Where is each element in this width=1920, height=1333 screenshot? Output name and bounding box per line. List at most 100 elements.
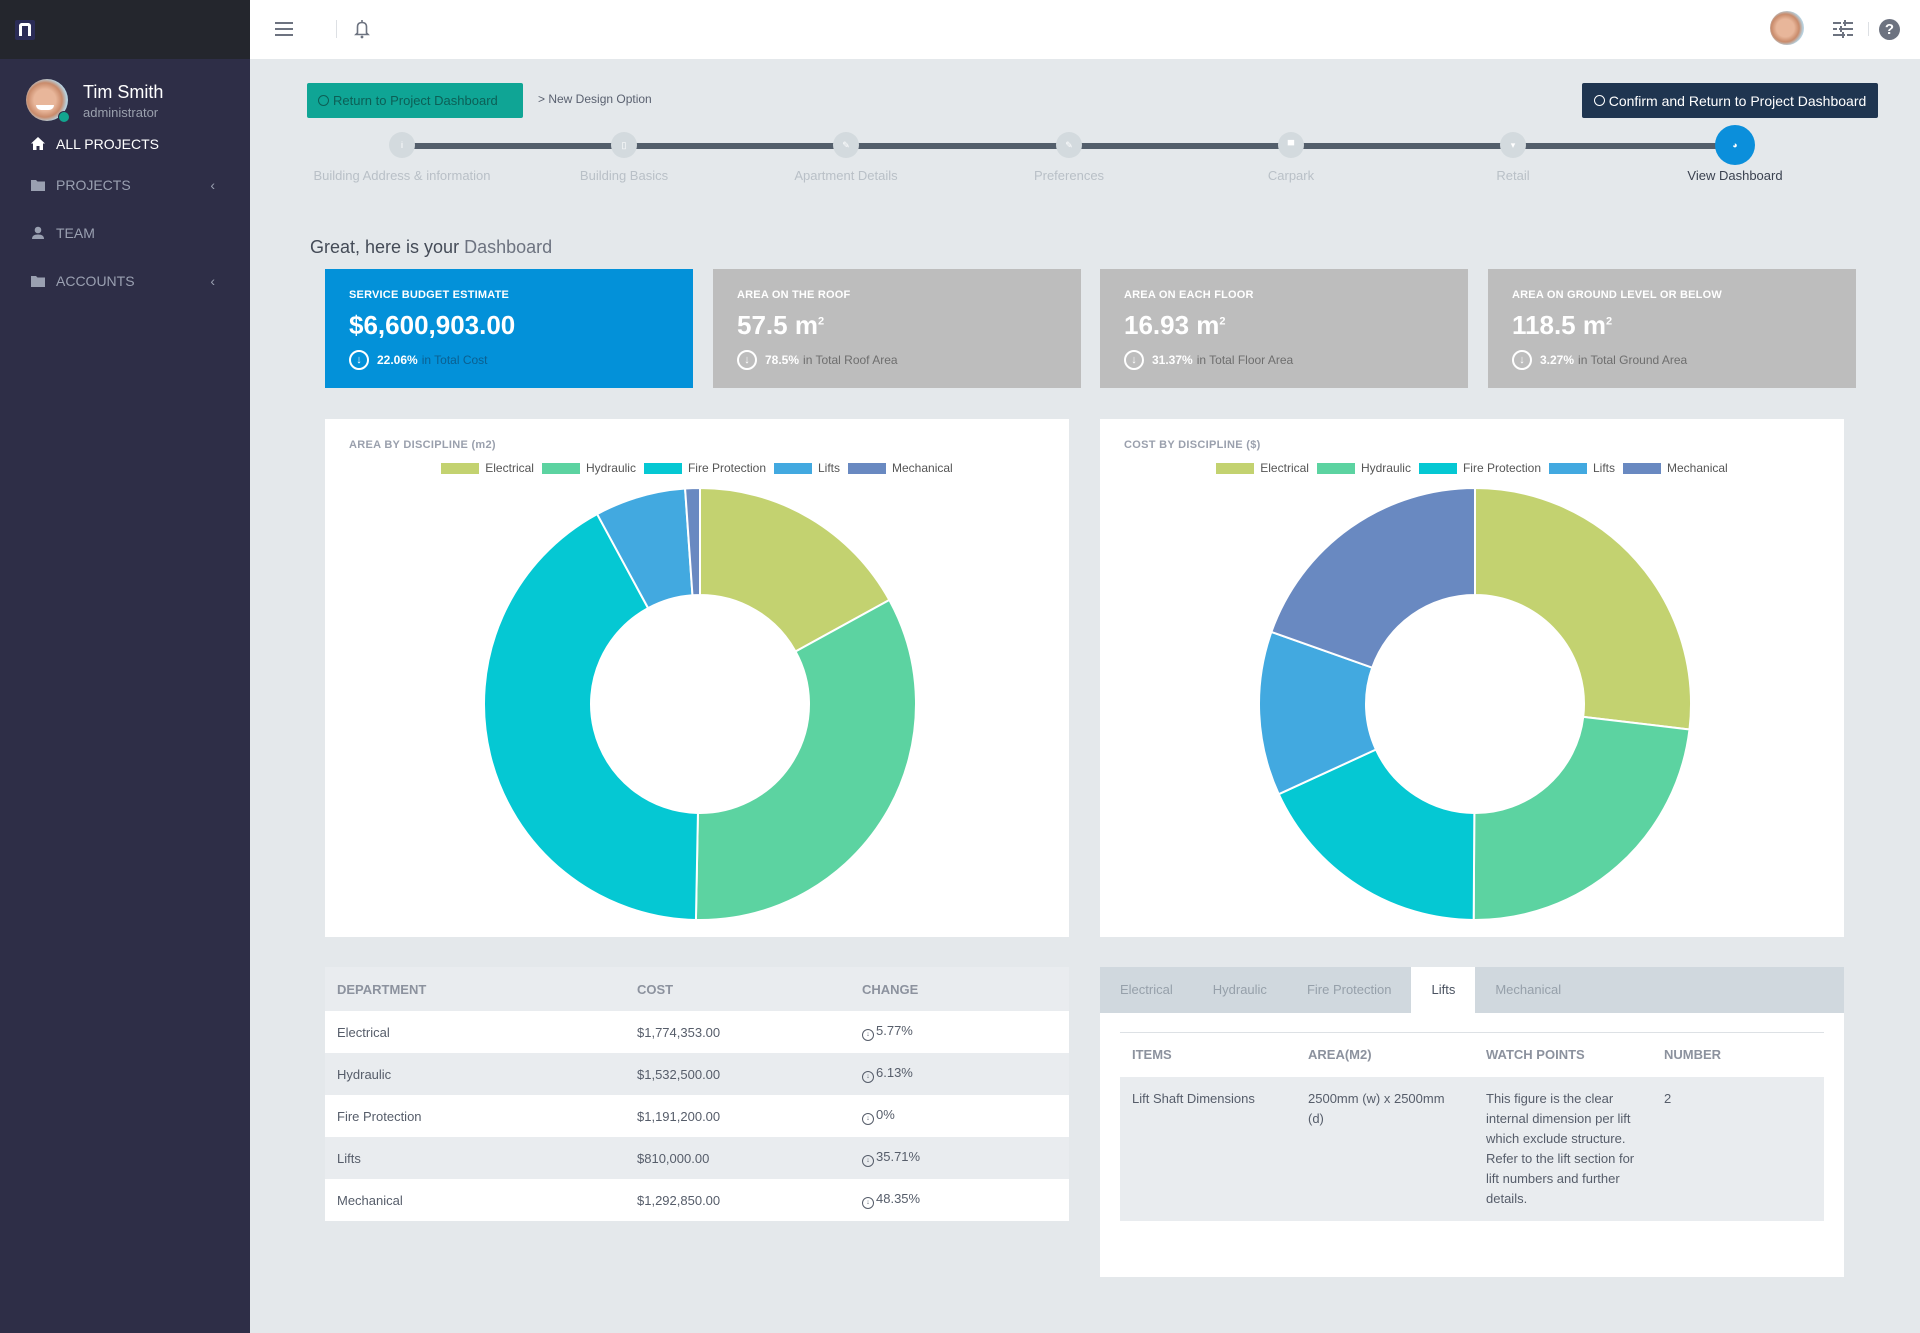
arrow-down-circle-icon: ↓ bbox=[1512, 350, 1532, 370]
wizard-step[interactable]: i Building Address & information bbox=[312, 125, 492, 183]
divider bbox=[336, 20, 337, 38]
pencil-icon[interactable]: ✎ bbox=[1056, 132, 1082, 158]
step-label: View Dashboard bbox=[1687, 168, 1783, 183]
donut-slice-hydraulic[interactable] bbox=[1472, 715, 1691, 921]
dashboard-icon[interactable]: ◕ bbox=[1715, 125, 1755, 165]
home-icon bbox=[31, 137, 45, 150]
stat-change-pct: 3.27% bbox=[1540, 353, 1575, 367]
menu-icon[interactable] bbox=[275, 22, 293, 36]
sidebar-item-label: PROJECTS bbox=[56, 177, 131, 193]
stat-change: ↓ 3.27% in Total Ground Area bbox=[1512, 350, 1832, 370]
stat-card: SERVICE BUDGET ESTIMATE $6,600,903.00 ↓ … bbox=[325, 269, 693, 388]
wizard-step[interactable]: ✎ Apartment Details bbox=[756, 125, 936, 183]
tab-fire-protection[interactable]: Fire Protection bbox=[1287, 967, 1412, 1013]
chevron-left-icon: ‹ bbox=[210, 177, 215, 193]
stat-title: SERVICE BUDGET ESTIMATE bbox=[349, 289, 510, 301]
sidebar-item-projects[interactable]: PROJECTS ‹ bbox=[0, 161, 250, 209]
stat-change-label: in Total Floor Area bbox=[1196, 353, 1294, 367]
folder-icon bbox=[31, 276, 45, 287]
change-cell: ↓ 35.71% bbox=[850, 1137, 1069, 1179]
stat-unit: 2 bbox=[1605, 315, 1613, 328]
arrow-down-circle-icon: ↓ bbox=[862, 1113, 874, 1125]
wizard-step[interactable]: ◕ View Dashboard bbox=[1645, 125, 1825, 183]
wizard-step[interactable]: ▀ Carpark bbox=[1201, 125, 1381, 183]
stat-change: ↓ 78.5% in Total Roof Area bbox=[737, 350, 1057, 370]
folder-icon bbox=[31, 180, 45, 191]
cost-cell: $810,000.00 bbox=[625, 1137, 850, 1179]
help-icon[interactable]: ? bbox=[1879, 19, 1900, 40]
change-value: 0% bbox=[876, 1107, 895, 1122]
top-bar: ? bbox=[250, 0, 1920, 59]
stat-value-text: $6,600,903.00 bbox=[349, 310, 516, 340]
wizard-step[interactable]: ▾ Retail bbox=[1423, 125, 1603, 183]
wizard-steps: i Building Address & information ▯ Buildi… bbox=[300, 125, 1800, 195]
breadcrumb: > New Design Option bbox=[538, 92, 652, 106]
tab-hydraulic[interactable]: Hydraulic bbox=[1193, 967, 1287, 1013]
arrow-down-circle-icon: ↓ bbox=[349, 350, 369, 370]
arrow-down-circle-icon: ↓ bbox=[862, 1071, 874, 1083]
discipline-items-table: ITEMS AREA(M2) WATCH POINTS NUMBER Lift … bbox=[1120, 1032, 1824, 1221]
table-row: Fire Protection $1,191,200.00 ↓ 0% bbox=[325, 1095, 1069, 1137]
step-label: Building Address & information bbox=[313, 168, 491, 183]
tab-mechanical[interactable]: Mechanical bbox=[1475, 967, 1581, 1013]
table-row: Lift Shaft Dimensions 2500mm (w) x 2500mm… bbox=[1120, 1076, 1824, 1221]
wrench-icon[interactable]: ✎ bbox=[833, 132, 859, 158]
change-cell: ↓ 0% bbox=[850, 1095, 1069, 1137]
return-button-label: Return to Project Dashboard bbox=[333, 93, 498, 108]
stat-change-label: in Total Cost bbox=[421, 353, 488, 367]
bell-icon[interactable] bbox=[354, 18, 370, 40]
sidebar-item-all-projects[interactable]: ALL PROJECTS bbox=[0, 127, 250, 161]
user-avatar[interactable] bbox=[1770, 11, 1804, 45]
stat-change-pct: 31.37% bbox=[1152, 353, 1193, 367]
column-header: NUMBER bbox=[1664, 1047, 1722, 1063]
building-icon[interactable]: ▯ bbox=[611, 132, 637, 158]
sidebar-item-label: ALL PROJECTS bbox=[56, 136, 159, 152]
department-cost-table: DEPARTMENT COST CHANGE Electrical $1,774… bbox=[325, 967, 1069, 1221]
arrow-down-circle-icon: ↓ bbox=[862, 1155, 874, 1167]
stat-change-label: in Total Ground Area bbox=[1578, 353, 1688, 367]
cost-cell: $1,191,200.00 bbox=[625, 1095, 850, 1137]
donut-slice-hydraulic[interactable] bbox=[694, 598, 917, 921]
sidebar-item-team[interactable]: TEAM bbox=[0, 209, 250, 257]
sidebar-nav: ALL PROJECTS PROJECTS ‹ TEAM ACCOUNTS ‹ bbox=[0, 127, 250, 305]
page-title: Great, here is your Dashboard bbox=[310, 237, 552, 258]
stat-card: AREA ON GROUND LEVEL OR BELOW 118.5 m2 ↓… bbox=[1488, 269, 1856, 388]
stat-card: AREA ON THE ROOF 57.5 m2 ↓ 78.5% in Tota… bbox=[713, 269, 1081, 388]
sidebar-item-label: TEAM bbox=[56, 225, 95, 241]
donut-slice-mechanical[interactable] bbox=[1270, 486, 1476, 669]
item-cell: 2500mm (w) x 2500mm (d) bbox=[1296, 1076, 1474, 1221]
item-cell: Lift Shaft Dimensions bbox=[1120, 1076, 1296, 1221]
settings-sliders-icon[interactable] bbox=[1833, 20, 1853, 38]
arrow-down-circle-icon: ↓ bbox=[1124, 350, 1144, 370]
area-by-discipline-panel: AREA BY DISCIPLINE (m2) Electrical Hydrau… bbox=[325, 419, 1069, 937]
stat-title: AREA ON EACH FLOOR bbox=[1124, 289, 1254, 301]
sidebar-item-accounts[interactable]: ACCOUNTS ‹ bbox=[0, 257, 250, 305]
item-cell: 2 bbox=[1652, 1076, 1824, 1221]
change-cell: ↓ 6.13% bbox=[850, 1053, 1069, 1095]
greeting-text: Great, here is your bbox=[310, 237, 465, 257]
change-value: 48.35% bbox=[876, 1191, 921, 1206]
cart-icon[interactable]: ▾ bbox=[1500, 132, 1526, 158]
stat-change: ↓ 31.37% in Total Floor Area bbox=[1124, 350, 1444, 370]
tab-lifts[interactable]: Lifts bbox=[1411, 967, 1476, 1013]
cost-cell: $1,532,500.00 bbox=[625, 1053, 850, 1095]
car-icon[interactable]: ▀ bbox=[1278, 132, 1304, 158]
tab-electrical[interactable]: Electrical bbox=[1100, 967, 1193, 1013]
change-cell: ↓ 5.77% bbox=[850, 1011, 1069, 1053]
return-to-dashboard-button[interactable]: Return to Project Dashboard bbox=[307, 83, 523, 118]
cost-cell: $1,774,353.00 bbox=[625, 1011, 850, 1053]
user-role: administrator bbox=[83, 104, 159, 120]
change-value: 5.77% bbox=[876, 1023, 913, 1038]
sidebar: Tim Smith administrator ALL PROJECTS PRO… bbox=[0, 0, 250, 1333]
sidebar-item-label: ACCOUNTS bbox=[56, 273, 135, 289]
confirm-and-return-button[interactable]: Confirm and Return to Project Dashboard bbox=[1582, 83, 1878, 118]
wizard-step[interactable]: ✎ Preferences bbox=[979, 125, 1159, 183]
cost-donut-chart bbox=[1258, 486, 1692, 922]
donut-slice-electrical[interactable] bbox=[1474, 486, 1692, 731]
wizard-step[interactable]: ▯ Building Basics bbox=[534, 125, 714, 183]
app-logo[interactable] bbox=[15, 19, 35, 40]
info-icon[interactable]: i bbox=[389, 132, 415, 158]
arrow-down-circle-icon: ↓ bbox=[862, 1029, 874, 1041]
stat-title: AREA ON GROUND LEVEL OR BELOW bbox=[1512, 289, 1722, 301]
column-header: ITEMS bbox=[1132, 1047, 1172, 1063]
